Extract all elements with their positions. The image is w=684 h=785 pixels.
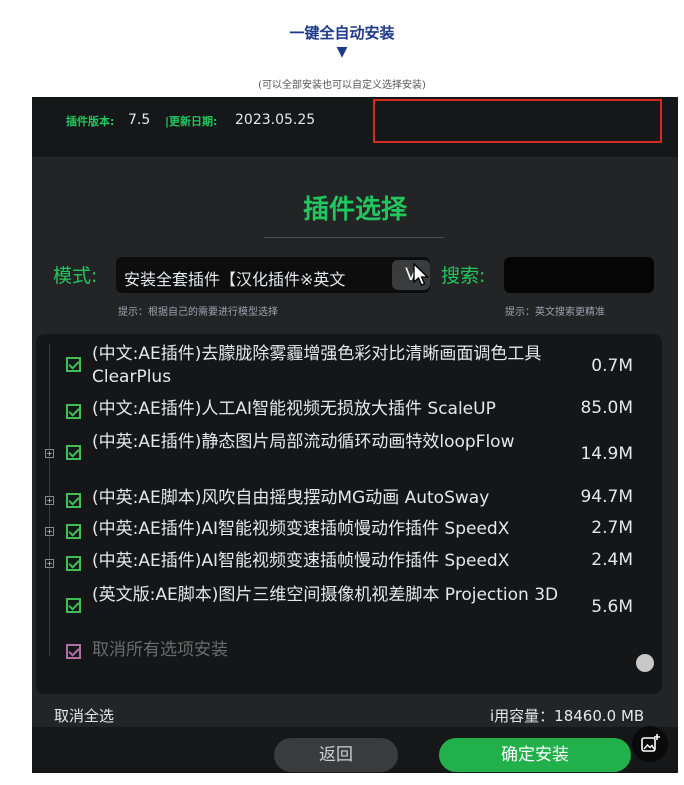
plugin-size: 0.7M — [591, 356, 633, 376]
plugin-size: 14.9M — [580, 444, 633, 464]
mode-label: 模式: — [53, 265, 98, 287]
add-image-icon — [641, 734, 660, 752]
plugin-list: (中文:AE插件)去朦胧除雾霾增强色彩对比清晰画面调色工具ClearPlus 0… — [36, 334, 662, 694]
checkbox[interactable] — [66, 445, 81, 460]
cancel-all-option[interactable]: 取消所有选项安装 — [36, 639, 662, 665]
plugin-name: (中英:AE插件)AI智能视频变速插帧慢动作插件 SpeedX — [92, 551, 510, 571]
list-item[interactable]: + (中英:AE脚本)风吹自由摇曳摆动MG动画 AutoSway 94.7M — [36, 487, 662, 513]
plugin-size: 5.6M — [591, 597, 633, 617]
expand-icon[interactable]: + — [45, 449, 54, 458]
list-item[interactable]: + (中英:AE插件)AI智能视频变速插帧慢动作插件 SpeedX 2.7M — [36, 518, 662, 544]
plugin-name: (中文:AE插件)去朦胧除雾霾增强色彩对比清晰画面调色工具ClearPlus — [92, 344, 542, 387]
plugin-name: (中英:AE脚本)风吹自由摇曳摆动MG动画 AutoSway — [92, 488, 490, 508]
mode-hint: 提示：根据自己的需要进行模型选择 — [118, 307, 278, 318]
expand-icon[interactable]: + — [45, 527, 54, 536]
deselect-all-button[interactable]: 取消全选 — [54, 705, 114, 726]
update-date-label: |更新日期: — [165, 115, 218, 128]
plugin-size: 2.7M — [591, 518, 633, 538]
list-item[interactable]: + (中英:AE插件)静态图片局部流动循环动画特效loopFlow 14.9M — [36, 429, 662, 479]
checkbox[interactable] — [66, 357, 81, 372]
capacity-readout: i用容量：18460.0 MB — [490, 707, 645, 725]
plugin-size: 94.7M — [580, 487, 633, 507]
section-title: 插件选择 — [302, 195, 407, 225]
checkbox[interactable] — [66, 524, 81, 539]
down-arrow-icon: ▼ — [336, 44, 348, 60]
plugin-size: 2.4M — [591, 550, 633, 570]
page-header-subtitle: (可以全部安装也可以自定义选择安装) — [258, 80, 426, 91]
list-item[interactable]: (中文:AE插件)人工AI智能视频无损放大插件 ScaleUP 85.0M — [36, 398, 662, 424]
floating-action-button[interactable] — [632, 726, 668, 762]
list-item[interactable]: (英文版:AE脚本)图片三维空间摄像机视差脚本 Projection 3D 5.… — [36, 582, 662, 632]
search-hint: 提示：英文搜索更精准 — [505, 307, 605, 318]
checkbox[interactable] — [66, 556, 81, 571]
plugin-name: (中英:AE插件)AI智能视频变速插帧慢动作插件 SpeedX — [92, 519, 510, 539]
plugin-version-label: 插件版本: — [66, 115, 115, 128]
plugin-version-value: 7.5 — [128, 112, 151, 128]
confirm-install-button[interactable]: 确定安装 — [439, 738, 631, 772]
expand-icon[interactable]: + — [45, 559, 54, 568]
version-highlight-box — [373, 99, 662, 143]
plugin-name: (中文:AE插件)人工AI智能视频无损放大插件 ScaleUP — [92, 399, 496, 419]
page-header-title: 一键全自动安装 — [289, 24, 395, 42]
checkbox[interactable] — [66, 404, 81, 419]
search-label: 搜索: — [441, 265, 486, 287]
list-item[interactable]: (中文:AE插件)去朦胧除雾霾增强色彩对比清晰画面调色工具ClearPlus 0… — [36, 341, 662, 391]
scroll-indicator[interactable] — [636, 654, 654, 672]
search-input[interactable] — [504, 257, 654, 293]
checkbox[interactable] — [66, 598, 81, 613]
mode-select-value: 安装全套插件【汉化插件※英文 — [124, 270, 346, 289]
installer-window: 插件版本: 7.5 |更新日期: 2023.05.25 插件选择 模式: 安装全… — [32, 97, 678, 773]
title-divider — [264, 237, 444, 238]
plugin-name: (英文版:AE脚本)图片三维空间摄像机视差脚本 Projection 3D — [92, 585, 559, 605]
expand-icon[interactable]: + — [45, 496, 54, 505]
checkbox[interactable] — [66, 493, 81, 508]
mode-select[interactable]: 安装全套插件【汉化插件※英文 V — [116, 257, 430, 293]
back-button[interactable]: 返回 — [274, 738, 398, 772]
plugin-size: 85.0M — [580, 398, 633, 418]
mouse-cursor-icon — [413, 263, 430, 286]
plugin-name: (中英:AE插件)静态图片局部流动循环动画特效loopFlow — [92, 432, 515, 452]
list-item[interactable]: + (中英:AE插件)AI智能视频变速插帧慢动作插件 SpeedX 2.4M — [36, 550, 662, 576]
update-date-value: 2023.05.25 — [235, 112, 316, 128]
cancel-all-label: 取消所有选项安装 — [92, 640, 228, 660]
installer-top-bar: 插件版本: 7.5 |更新日期: 2023.05.25 — [32, 97, 678, 157]
checkbox[interactable] — [66, 644, 81, 659]
